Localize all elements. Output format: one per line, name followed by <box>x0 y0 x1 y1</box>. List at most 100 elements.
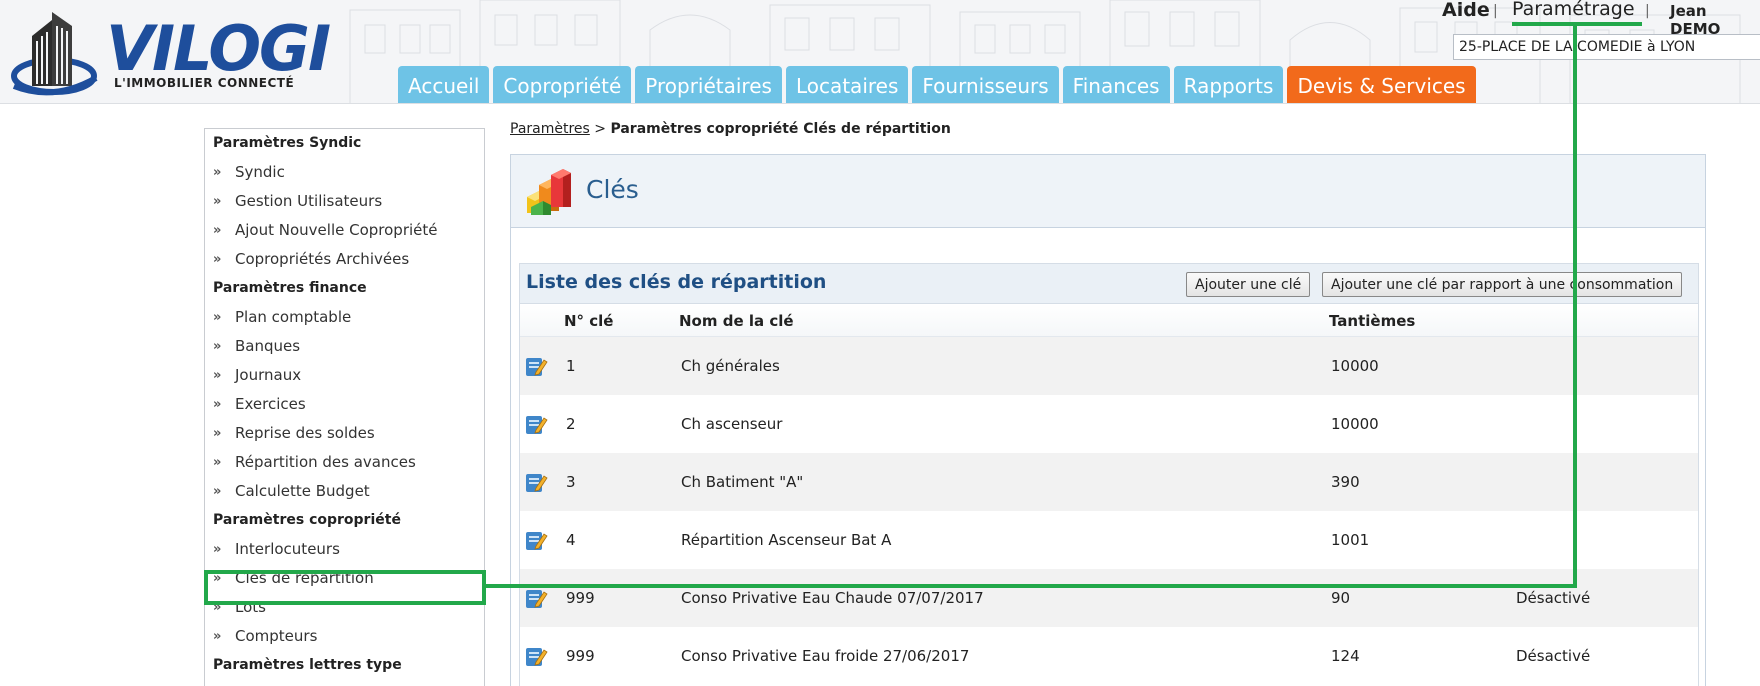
double-chevron-icon: » <box>213 165 221 180</box>
user-name[interactable]: Jean DEMO <box>1670 2 1760 38</box>
aide-link[interactable]: Aide <box>1442 0 1490 21</box>
edit-icon[interactable] <box>524 354 548 378</box>
cell-num: 2 <box>566 415 576 433</box>
sidebar-item-label: Exercices <box>235 395 306 413</box>
annotation-connector-vertical <box>1573 22 1577 588</box>
building-logo-icon <box>11 12 98 96</box>
cell-tantiemes: 124 <box>1331 647 1360 665</box>
double-chevron-icon: » <box>213 455 221 470</box>
sidebar-item-plan-comptable[interactable]: » Plan comptable <box>205 303 484 332</box>
cell-num: 999 <box>566 647 595 665</box>
double-chevron-icon: » <box>213 194 221 209</box>
list-title: Liste des clés de répartition <box>526 271 827 293</box>
breadcrumb-link-parametres[interactable]: Paramètres <box>510 121 590 137</box>
sidebar-item-ajout-copropriete[interactable]: » Ajout Nouvelle Copropriété <box>205 216 484 245</box>
cell-name: Conso Privative Eau Chaude 07/07/2017 <box>681 589 984 607</box>
sidebar-section-title: Paramètres copropriété <box>213 512 401 528</box>
sidebar-section-title: Paramètres lettres type <box>213 657 402 673</box>
cell-num: 1 <box>566 357 576 375</box>
sidebar-item-exercices[interactable]: » Exercices <box>205 390 484 419</box>
table-row: 2 Ch ascenseur 10000 <box>520 395 1698 453</box>
bar-chart-3d-icon <box>527 169 571 215</box>
cell-tantiemes: 10000 <box>1331 415 1379 433</box>
table-row: 3 Ch Batiment "A" 390 <box>520 453 1698 511</box>
sidebar-item-calculette-budget[interactable]: » Calculette Budget <box>205 477 484 506</box>
edit-icon[interactable] <box>524 412 548 436</box>
sidebar-item-gestion-utilisateurs[interactable]: » Gestion Utilisateurs <box>205 187 484 216</box>
sidebar-section-title: Paramètres finance <box>213 280 367 296</box>
nav-tab-accueil[interactable]: Accueil <box>398 66 490 103</box>
double-chevron-icon: » <box>213 484 221 499</box>
column-header-name[interactable]: Nom de la clé <box>679 312 794 330</box>
annotation-underline <box>1512 22 1642 26</box>
nav-tab-finances[interactable]: Finances <box>1062 66 1170 103</box>
sidebar-item-label: Calculette Budget <box>235 482 370 500</box>
cell-status: Désactivé <box>1516 647 1591 665</box>
nav-tab-copropriete[interactable]: Copropriété <box>493 66 632 103</box>
logo-wordmark: VILOGI <box>106 12 331 85</box>
cell-name: Ch Batiment "A" <box>681 473 804 491</box>
edit-icon[interactable] <box>524 528 548 552</box>
table-row: 999 Conso Privative Eau Chaude 07/07/201… <box>520 569 1698 627</box>
main-nav: Accueil Copropriété Propriétaires Locata… <box>398 66 1476 103</box>
parametrage-link[interactable]: Paramétrage <box>1512 0 1635 20</box>
panel-title: Clés <box>586 175 639 204</box>
add-consumption-key-button[interactable]: Ajouter une clé par rapport à une consom… <box>1322 272 1683 297</box>
sidebar-item-label: Compteurs <box>235 627 318 645</box>
sidebar-item-syndic[interactable]: » Syndic <box>205 158 484 187</box>
cles-panel: Clés Liste des clés de répartition Ajout… <box>510 154 1706 686</box>
nav-tab-fournisseurs[interactable]: Fournisseurs <box>912 66 1059 103</box>
add-key-button[interactable]: Ajouter une clé <box>1186 272 1311 297</box>
sidebar-item-banques[interactable]: » Banques <box>205 332 484 361</box>
sidebar-section-title: Paramètres Syndic <box>213 135 362 151</box>
nav-tab-locataires[interactable]: Locataires <box>785 66 909 103</box>
edit-icon[interactable] <box>524 586 548 610</box>
list-header: Liste des clés de répartition Ajouter un… <box>520 264 1698 304</box>
double-chevron-icon: » <box>213 310 221 325</box>
panel-header: Clés <box>511 155 1705 228</box>
cell-tantiemes: 390 <box>1331 473 1360 491</box>
table-row: 999 Conso Privative Eau froide 27/06/201… <box>520 627 1698 685</box>
sidebar-item-coproprietes-archivees[interactable]: » Copropriétés Archivées <box>205 245 484 274</box>
double-chevron-icon: » <box>213 368 221 383</box>
sidebar-item-interlocuteurs[interactable]: » Interlocuteurs <box>205 535 484 564</box>
cell-name: Conso Privative Eau froide 27/06/2017 <box>681 647 970 665</box>
sidebar-item-reprise-soldes[interactable]: » Reprise des soldes <box>205 419 484 448</box>
copropriete-address-field[interactable] <box>1453 34 1760 60</box>
sidebar-item-label: Répartition des avances <box>235 453 416 471</box>
edit-icon[interactable] <box>524 644 548 668</box>
top-separator: | <box>1493 3 1498 19</box>
double-chevron-icon: » <box>213 542 221 557</box>
logo-tagline: L'IMMOBILIER CONNECTÉ <box>114 76 295 90</box>
table-row: 4 Répartition Ascenseur Bat A 1001 <box>520 511 1698 569</box>
header: VILOGI L'IMMOBILIER CONNECTÉ Aide | Para… <box>0 0 1760 104</box>
column-header-num[interactable]: N° clé <box>564 312 613 330</box>
breadcrumb: Paramètres > Paramètres copropriété Clés… <box>510 121 951 137</box>
column-header-tantiemes[interactable]: Tantièmes <box>1329 312 1415 330</box>
sidebar-item-label: Journaux <box>235 366 302 384</box>
cell-num: 999 <box>566 589 595 607</box>
nav-tab-proprietaires[interactable]: Propriétaires <box>635 66 782 103</box>
table-header-row: N° clé Nom de la clé Tantièmes <box>520 304 1698 337</box>
double-chevron-icon: » <box>213 629 221 644</box>
nav-tab-rapports[interactable]: Rapports <box>1173 66 1284 103</box>
annotation-connector-horizontal <box>486 584 1577 588</box>
top-separator: | <box>1645 3 1650 19</box>
double-chevron-icon: » <box>213 339 221 354</box>
cell-name: Ch ascenseur <box>681 415 783 433</box>
edit-icon[interactable] <box>524 470 548 494</box>
vilogi-logo[interactable]: VILOGI L'IMMOBILIER CONNECTÉ <box>10 6 340 103</box>
nav-tab-devis-services[interactable]: Devis & Services <box>1287 66 1476 103</box>
sidebar-item-label: Plan comptable <box>235 308 352 326</box>
cell-num: 3 <box>566 473 576 491</box>
double-chevron-icon: » <box>213 252 221 267</box>
sidebar-item-journaux[interactable]: » Journaux <box>205 361 484 390</box>
double-chevron-icon: » <box>213 397 221 412</box>
sidebar-item-label: Interlocuteurs <box>235 540 340 558</box>
sidebar-item-label: Gestion Utilisateurs <box>235 192 383 210</box>
sidebar-item-compteurs[interactable]: » Compteurs <box>205 622 484 651</box>
sidebar-item-repartition-avances[interactable]: » Répartition des avances <box>205 448 484 477</box>
breadcrumb-separator: > <box>594 121 607 137</box>
cell-name: Répartition Ascenseur Bat A <box>681 531 892 549</box>
sidebar-item-label: Ajout Nouvelle Copropriété <box>235 221 438 239</box>
